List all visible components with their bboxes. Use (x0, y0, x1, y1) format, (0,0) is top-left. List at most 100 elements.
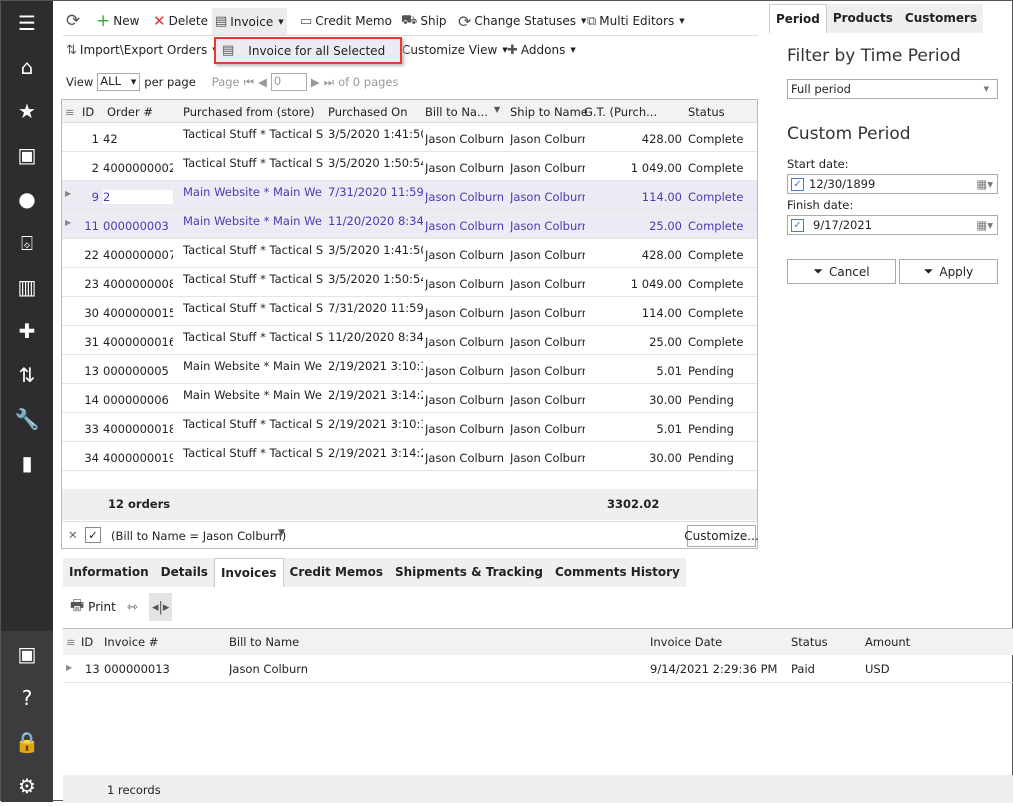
start-date-checkbox[interactable]: ✓ (791, 177, 804, 191)
store-icon[interactable]: ⌂ (1, 47, 53, 87)
cell-status: Complete (688, 190, 744, 204)
table-row[interactable]: 23 4000000008 Tactical Stuff * Tactical St… (62, 268, 757, 297)
fit-columns-button[interactable]: ⇿ (124, 595, 141, 619)
filter-expression[interactable]: (Bill to Name = Jason Colburn) (111, 529, 286, 543)
column-chooser-icon[interactable]: ≡ (66, 635, 76, 649)
filter-icon[interactable]: ▼ (494, 105, 500, 114)
print-button[interactable]: 🖶 Print (67, 595, 119, 619)
filter-cancel-icon: ⏷ (813, 264, 823, 278)
import-export-button[interactable]: ⇅Import\Export Orders▼ (63, 38, 221, 62)
user-icon[interactable]: ● (1, 179, 53, 219)
finish-date-field[interactable]: ✓ 9/17/2021 ▦▾ (787, 215, 998, 235)
per-page-select[interactable]: ALL ▼ (97, 73, 141, 91)
column-header[interactable]: Purchased On (328, 105, 408, 119)
film-icon[interactable]: ▮ (1, 443, 53, 483)
wrench-icon[interactable]: 🔧 (1, 399, 53, 439)
delete-button[interactable]: ✕ Delete (150, 9, 211, 33)
customize-view-button[interactable]: Customize View ▼ (399, 38, 511, 62)
star-icon[interactable]: ★ (1, 91, 53, 131)
customize-filter-button[interactable]: Customize... (684, 525, 759, 547)
invoice-button[interactable]: ▤ Invoice ▼ (212, 8, 287, 35)
table-row[interactable]: 2 4000000002 Tactical Stuff * Tactical St.… (62, 152, 757, 181)
basket-icon[interactable]: ⌺ (1, 223, 53, 263)
inbox-icon[interactable]: ▣ (1, 634, 53, 674)
table-row[interactable]: ▶ 9 2 Main Website * Main We... 7/31/2020 11… (62, 181, 757, 210)
table-row[interactable]: ▶ 11 000000003 Main Website * Main We... 11/… (62, 210, 757, 239)
tab-details[interactable]: Details (155, 558, 214, 587)
menu-icon[interactable]: ☰ (1, 3, 53, 43)
refresh-check-icon: ⟳ (458, 11, 472, 31)
column-header[interactable]: ID (81, 635, 93, 649)
calendar-icon[interactable]: ▦▾ (976, 218, 997, 232)
cell-ship-to: Jason Colburn (510, 451, 585, 465)
cell-order: 4000000002 (103, 161, 173, 175)
help-icon[interactable]: ? (1, 678, 53, 718)
table-row[interactable]: 13 000000005 Main Website * Main We... 2/19… (62, 355, 757, 384)
table-row[interactable]: 14 000000006 Main Website * Main We... 2/19… (62, 384, 757, 413)
cell-bill-to: Jason Colburn (425, 132, 505, 146)
start-date-field[interactable]: ✓ 12/30/1899 ▦▾ (787, 174, 998, 194)
column-chooser-icon[interactable]: ≡ (65, 105, 75, 119)
auto-width-button[interactable]: ◂|▸ (149, 593, 173, 621)
ship-button[interactable]: ⛟ Ship (398, 9, 450, 33)
invoice-for-all-selected-menu-item[interactable]: ▤ Invoice for all Selected (214, 37, 402, 64)
prev-page-button[interactable]: ◀ (258, 75, 267, 89)
column-header[interactable]: Ship to Name (510, 105, 588, 119)
filter-enabled-checkbox[interactable]: ✓ (85, 527, 101, 543)
tab-credit-memos[interactable]: Credit Memos (284, 558, 389, 587)
tab-period[interactable]: Period (769, 4, 827, 33)
column-header[interactable]: ID (82, 105, 94, 119)
column-header[interactable]: Bill to Na... (425, 105, 488, 119)
cell-store: Tactical Stuff * Tactical St... (183, 272, 323, 286)
clear-filter-icon[interactable]: ✕ (68, 528, 78, 542)
change-statuses-button[interactable]: ⟳ Change Statuses ▼ (455, 9, 589, 33)
column-header[interactable]: Order # (107, 105, 153, 119)
finish-date-checkbox[interactable]: ✓ (791, 218, 804, 232)
column-header[interactable]: Invoice Date (650, 635, 722, 649)
column-header[interactable]: Purchased from (store) (183, 105, 315, 119)
tab-products[interactable]: Products (827, 4, 899, 33)
table-row[interactable]: 1 42 Tactical Stuff * Tactical St... 3/5/20… (62, 123, 757, 152)
last-page-button[interactable]: ⏭ (324, 75, 334, 90)
puzzle-icon[interactable]: ✚ (1, 311, 53, 351)
delete-label: Delete (168, 14, 209, 28)
cell-store: Tactical Stuff * Tactical St... (183, 156, 323, 170)
tab-shipments-tracking[interactable]: Shipments & Tracking (389, 558, 549, 587)
arrows-icon[interactable]: ⇅ (1, 355, 53, 395)
lock-icon[interactable]: 🔒 (1, 722, 53, 762)
custom-period-title: Custom Period (787, 124, 911, 144)
apply-button[interactable]: ⏷ Apply (899, 259, 998, 284)
inbox-icon[interactable]: ▣ (1, 135, 53, 175)
column-header[interactable]: G.T. (Purch... (584, 105, 657, 119)
refresh-button[interactable]: ⟳ (63, 9, 83, 33)
cell-order: 000000005 (103, 364, 169, 378)
column-header[interactable]: Bill to Name (229, 635, 299, 649)
table-row[interactable]: 33 4000000018 Tactical Stuff * Tactical St… (62, 413, 757, 442)
cell-bill-to: Jason Colburn (425, 306, 505, 320)
tab-comments-history[interactable]: Comments History (549, 558, 686, 587)
chart-icon[interactable]: ▥ (1, 267, 53, 307)
column-header[interactable]: Status (688, 105, 725, 119)
calendar-icon[interactable]: ▦▾ (976, 177, 997, 191)
table-row[interactable]: 31 4000000016 Tactical Stuff * Tactical St… (62, 326, 757, 355)
new-button[interactable]: + New (93, 9, 142, 33)
first-page-button[interactable]: ⏮ (244, 75, 254, 90)
tab-customers[interactable]: Customers (899, 4, 983, 33)
table-row[interactable]: 34 4000000019 Tactical Stuff * Tactical St… (62, 442, 757, 471)
table-row[interactable]: 22 4000000007 Tactical Stuff * Tactical St… (62, 239, 757, 268)
tab-invoices[interactable]: Invoices (213, 558, 284, 587)
table-row[interactable]: 30 4000000015 Tactical Stuff * Tactical St… (62, 297, 757, 326)
multi-editors-button[interactable]: ⧉ Multi Editors ▼ (584, 9, 688, 33)
addons-button[interactable]: ✚ Addons ▼ (504, 38, 579, 62)
cell-id: 9 (91, 190, 99, 204)
cancel-button[interactable]: ⏷ Cancel (787, 259, 896, 284)
tab-information[interactable]: Information (63, 558, 155, 587)
period-select[interactable]: Full period ▼ (787, 79, 998, 99)
cell-bill-to: Jason Colburn (425, 364, 505, 378)
page-input[interactable]: 0 (270, 73, 307, 91)
next-page-button[interactable]: ▶ (311, 75, 320, 89)
filter-dropdown-icon[interactable]: ▼ (278, 528, 285, 538)
column-header[interactable]: Invoice # (104, 635, 158, 649)
gear-icon[interactable]: ⚙ (1, 766, 53, 806)
credit-memo-button[interactable]: ▭ Credit Memo (297, 9, 395, 33)
